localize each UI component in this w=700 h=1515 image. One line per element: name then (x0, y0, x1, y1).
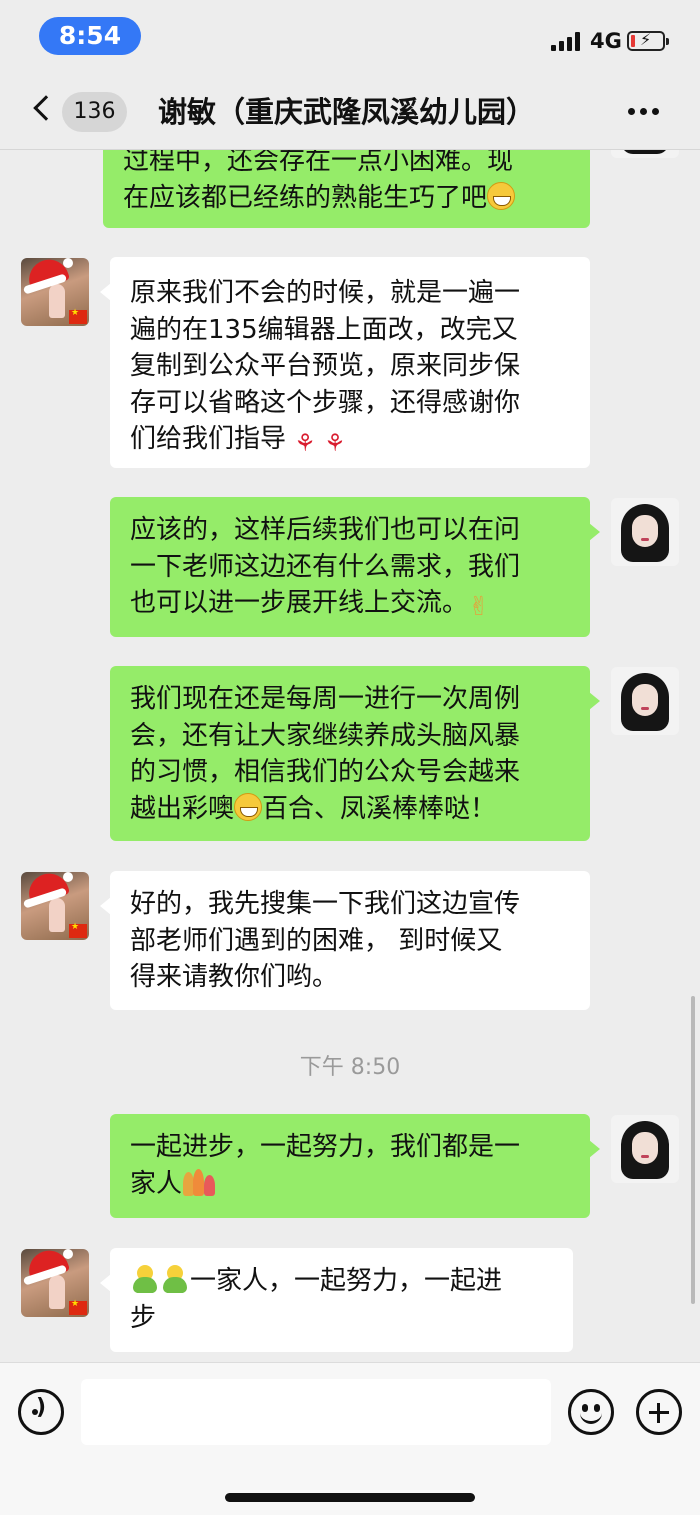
message-line: 们给我们指导 ⚘ ⚘ (130, 424, 346, 457)
status-time[interactable]: 8:54 (39, 17, 141, 55)
grin-emoji-icon (487, 181, 516, 210)
message-line: 原来我们不会的时候，就是一遍一 (130, 278, 521, 308)
battery-icon: ⚡ (627, 30, 669, 51)
input-bar (0, 1362, 700, 1515)
grin-emoji-icon (234, 792, 263, 821)
rose-emoji-icon: ⚘ (294, 429, 316, 457)
message-line: 应该的，这样后续我们也可以在问 (130, 515, 521, 545)
message-bubble-outgoing[interactable]: 一起进步，一起努力，我们都是一 家人 (110, 1114, 600, 1218)
message-line: 越出彩噢 百合、凤溪棒棒哒！ (130, 792, 497, 824)
message-line: 也可以进一步展开线上交流。✌ (130, 588, 490, 622)
china-flag-icon (69, 308, 87, 324)
scrollbar-thumb[interactable] (691, 996, 695, 1304)
message-line: 一下老师这边还有什么需求，我们 (130, 551, 521, 582)
signal-strength-icon (551, 31, 585, 51)
message-timestamp: 下午 8:50 (299, 1055, 401, 1080)
avatar-contact[interactable] (21, 1249, 89, 1317)
message-line: 家人 (130, 1166, 570, 1203)
blob-emoji-icon (130, 1263, 160, 1293)
status-bar: 8:54 4G ⚡ (0, 0, 700, 78)
avatar-self[interactable] (611, 498, 679, 566)
avatar-self[interactable] (611, 1115, 679, 1183)
chat-title: 谢敏（重庆武隆凤溪幼儿园） (158, 95, 536, 129)
blob-emoji-icon (160, 1263, 190, 1293)
message-line: 我们现在还是每周一进行一次周例 (130, 684, 521, 714)
message-input[interactable] (81, 1379, 551, 1445)
chat-header: 136 谢敏（重庆武隆凤溪幼儿园） (0, 78, 700, 150)
message-line: 得来请教你们哟。 (130, 962, 339, 992)
ok-hand-emoji-icon: ✌ (468, 592, 490, 622)
network-type: 4G (590, 29, 622, 53)
chat-message-list[interactable]: 过程中，还会存在一点小困难。现 在应该都已经练的熟能生巧了吧 原来我们不会的时候… (0, 0, 700, 1362)
family-emoji-icon (182, 1168, 216, 1196)
message-line: 好的，我先搜集一下我们这边宣传 (130, 889, 521, 919)
message-line: 存可以省略这个步骤，还得感谢你 (130, 387, 521, 418)
emoji-face-icon[interactable] (568, 1389, 614, 1435)
rose-emoji-icon: ⚘ (324, 429, 346, 457)
plus-icon[interactable] (636, 1389, 682, 1435)
message-line: 步 (130, 1302, 157, 1333)
voice-icon[interactable] (18, 1389, 64, 1435)
message-bubble-incoming[interactable]: 一家人，一起努力，一起进 步 (100, 1248, 573, 1352)
message-bubble-outgoing[interactable]: 过程中，还会存在一点小困难。现 在应该都已经练的熟能生巧了吧 (103, 137, 590, 228)
chevron-left-icon[interactable] (33, 95, 59, 121)
message-bubble-incoming[interactable]: 好的，我先搜集一下我们这边宣传 部老师们遇到的困难， 到时候又 得来请教你们哟。 (100, 871, 590, 1010)
message-line: 部老师们遇到的困难， 到时候又 (130, 925, 503, 956)
more-dots-icon[interactable] (628, 108, 660, 116)
avatar-contact[interactable] (21, 258, 89, 326)
message-line: 复制到公众平台预览，原来同步保 (130, 351, 521, 381)
message-bubble-outgoing[interactable]: 应该的，这样后续我们也可以在问 一下老师这边还有什么需求，我们 也可以进一步展开… (110, 497, 600, 637)
china-flag-icon (69, 1299, 87, 1315)
message-line: 遍的在135编辑器上面改，改完又 (130, 314, 518, 345)
message-line: 会，还有让大家继续养成头脑风暴 (130, 720, 521, 751)
message-line: 一家人，一起努力，一起进 (130, 1263, 553, 1300)
unread-count-badge[interactable]: 136 (62, 92, 127, 132)
message-line: 在应该都已经练的熟能生巧了吧 (123, 180, 570, 217)
china-flag-icon (69, 922, 87, 938)
message-line: 的习惯，相信我们的公众号会越来 (130, 757, 521, 787)
home-indicator[interactable] (225, 1493, 475, 1502)
avatar-contact[interactable] (21, 872, 89, 940)
message-bubble-outgoing[interactable]: 我们现在还是每周一进行一次周例 会，还有让大家继续养成头脑风暴 的习惯，相信我们… (110, 666, 600, 841)
message-line: 一起进步，一起努力，我们都是一 (130, 1132, 521, 1162)
message-bubble-incoming[interactable]: 原来我们不会的时候，就是一遍一 遍的在135编辑器上面改，改完又 复制到公众平台… (100, 257, 590, 468)
avatar-self[interactable] (611, 667, 679, 735)
